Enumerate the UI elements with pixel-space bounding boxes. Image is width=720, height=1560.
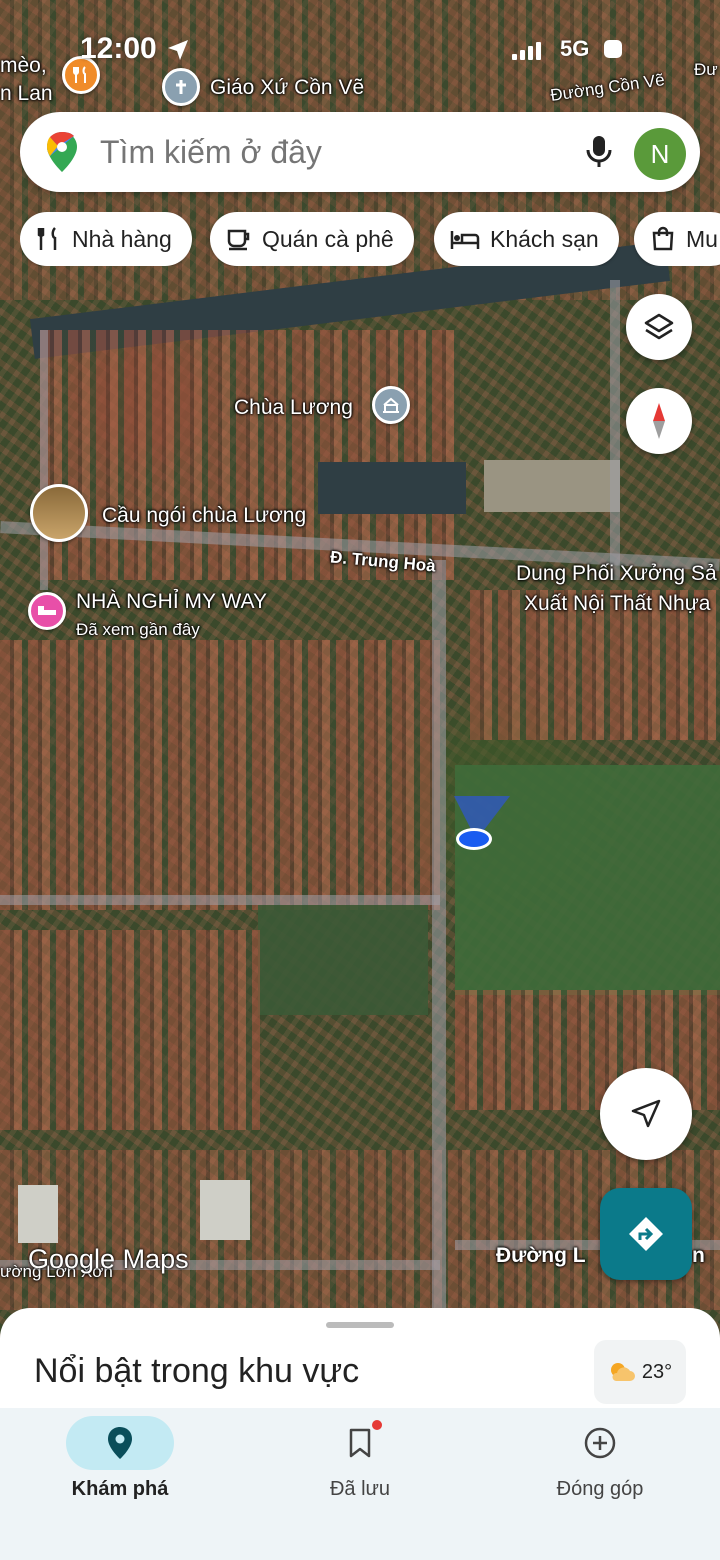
microphone-icon[interactable] [584,134,614,170]
map-label-business-2[interactable]: Xuất Nội Thất Nhựa [524,592,710,616]
bookmark-icon [349,1428,371,1458]
sheet-title: Nổi bật trong khu vực [34,1352,360,1390]
my-location-button[interactable] [600,1068,692,1160]
weather-temp: 23° [641,1360,673,1383]
nav-label: Đóng góp [556,1478,644,1500]
utensils-icon [37,227,57,250]
chip-cafes[interactable]: Quán cà phê [210,212,414,266]
notification-dot [372,1420,382,1430]
nav-explore[interactable]: Khám phá [0,1408,240,1560]
nav-saved[interactable]: Đã lưu [240,1408,480,1560]
bed-icon [450,231,480,249]
directions-icon [629,1217,663,1251]
google-maps-logo-icon [47,132,77,172]
google-maps-watermark: Google Maps [28,1244,189,1274]
compass-icon [653,403,665,439]
map-label-pagoda[interactable]: Chùa Lương [234,396,353,420]
nav-label: Khám phá [71,1478,169,1500]
chip-shopping[interactable]: Mu [634,212,720,266]
map-label-bridge[interactable]: Cầu ngói chùa Lương [102,504,306,528]
map-label-guesthouse[interactable]: NHÀ NGHỈ MY WAY [76,590,267,614]
signal-icon [512,42,541,60]
navigation-arrow-icon [631,1099,661,1128]
weather-chip[interactable]: 23° [594,1340,686,1404]
my-location-dot [456,828,492,850]
coffee-icon [227,229,250,251]
nav-explore-pill [66,1416,174,1470]
church-pin-icon[interactable] [162,68,200,106]
status-bar: 12:00 5G [0,30,720,70]
category-chips: Nhà hàng Quán cà phê Khách sạn Mu [20,212,720,266]
map-label-church[interactable]: Giáo Xứ Cồn Vẽ [210,76,364,100]
add-circle-icon [584,1427,616,1459]
layers-icon [644,313,674,340]
chip-label: Mu [686,225,718,252]
map-label-top-left-2: n Lan [0,82,53,105]
nav-contribute[interactable]: Đóng góp [480,1408,720,1560]
chip-hotels[interactable]: Khách sạn [434,212,619,266]
hotel-pin-icon[interactable] [28,592,66,630]
clock: 12:00 [80,32,157,65]
bottom-sheet[interactable]: Nổi bật trong khu vực 23° [0,1308,720,1418]
pagoda-pin-icon[interactable] [372,386,410,424]
nav-label: Đã lưu [329,1478,391,1500]
chip-restaurants[interactable]: Nhà hàng [20,212,192,266]
compass-button[interactable] [626,388,692,454]
chip-label: Quán cà phê [262,225,394,252]
battery-icon [604,40,622,58]
weather-cloud-icon [610,1363,635,1381]
nav-contribute-pill [546,1416,654,1470]
map-label-guesthouse-note: Đã xem gần đây [76,620,200,639]
location-pin-icon [108,1427,132,1459]
map-label-business-1[interactable]: Dung Phối Xưởng Sả [516,562,717,586]
search-bar[interactable] [20,112,700,192]
chip-label: Khách sạn [490,225,599,252]
shopping-bag-icon [652,226,674,251]
search-input[interactable] [100,112,540,192]
chip-label: Nhà hàng [72,225,172,252]
bottom-nav: Khám phá Đã lưu Đóng góp [0,1408,720,1560]
map-label-road-bottom: Đường L [496,1244,586,1267]
map-label-road-bottom-end: n [692,1244,705,1267]
directions-button[interactable] [600,1188,692,1280]
location-arrow-icon [168,40,188,60]
avatar[interactable]: N [634,128,686,180]
network-type: 5G [560,36,590,61]
drag-handle[interactable] [326,1322,394,1328]
bridge-photo-pin[interactable] [30,484,88,542]
nav-saved-pill [306,1416,414,1470]
layers-button[interactable] [626,294,692,360]
